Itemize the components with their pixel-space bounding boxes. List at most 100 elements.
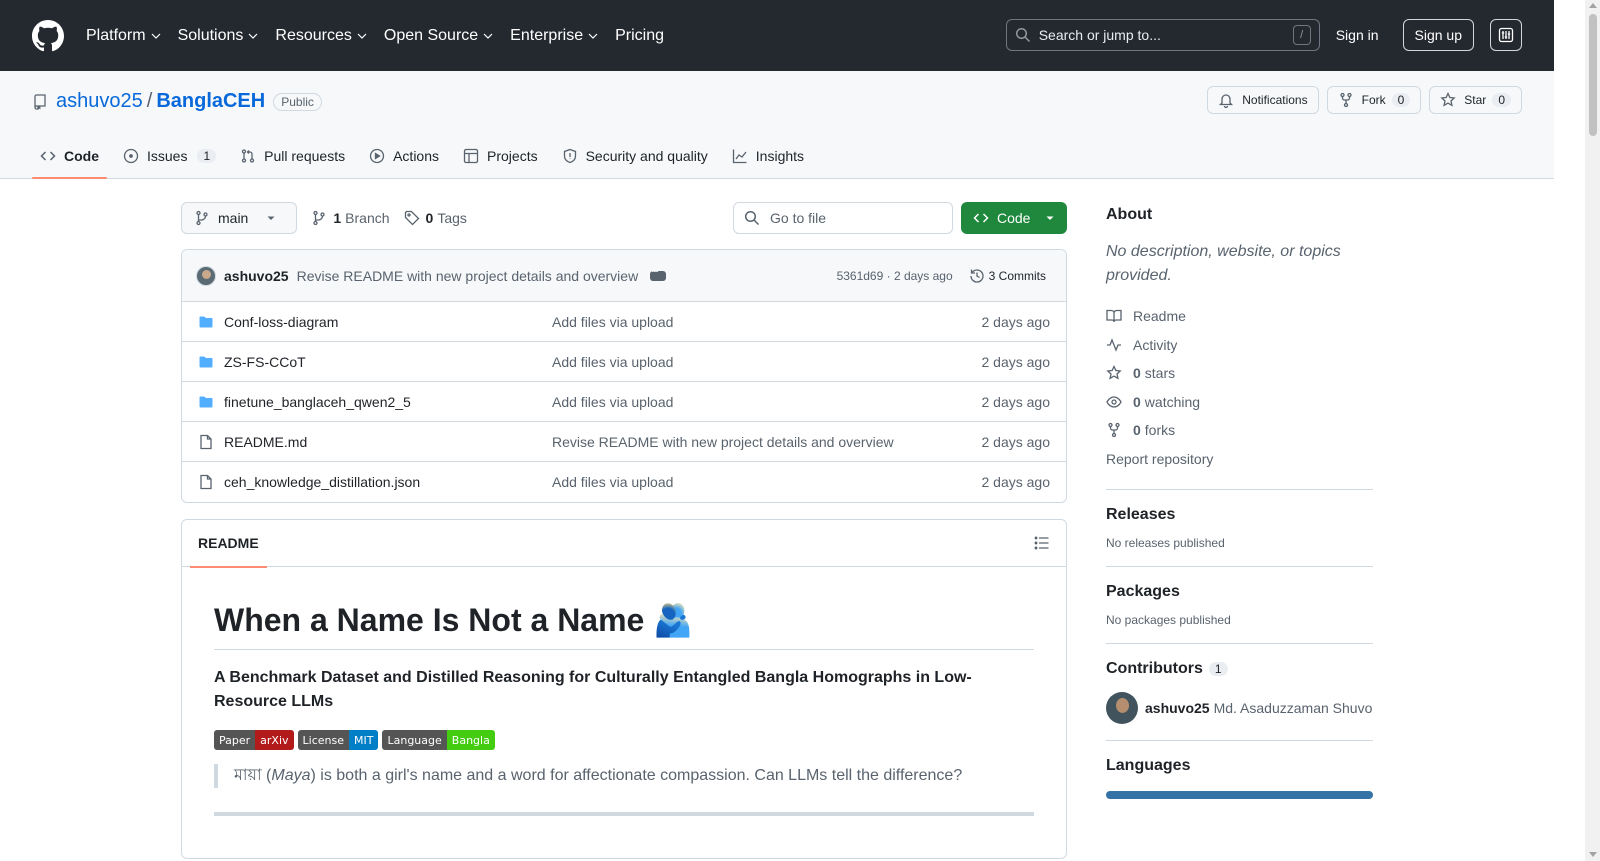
readme-tab[interactable]: README [190, 520, 267, 568]
file-name-link[interactable]: finetune_banglaceh_qwen2_5 [224, 394, 552, 410]
avatar[interactable] [1106, 692, 1138, 724]
nav-open-source[interactable]: Open Source [384, 27, 494, 45]
file-row[interactable]: ZS-FS-CCoT Add files via upload 2 days ago [182, 342, 1066, 382]
file-commit-message[interactable]: Revise README with new project details a… [552, 434, 982, 450]
forks-count: 0 [1133, 422, 1141, 439]
file-date: 2 days ago [981, 353, 1051, 370]
scroll-down-arrow-icon[interactable] [1589, 852, 1597, 857]
go-to-file-placeholder: Go to file [770, 209, 827, 226]
commit-hash-date[interactable]: 5361d69 · 2 days ago [837, 269, 953, 283]
nav-pricing-label: Pricing [615, 26, 664, 44]
nav-enterprise[interactable]: Enterprise [510, 27, 599, 45]
file-commit-message[interactable]: Add files via upload [552, 354, 982, 370]
stars-link[interactable]: 0 stars [1106, 359, 1373, 388]
activity-link[interactable]: Activity [1106, 331, 1373, 360]
readme-panel: README When a Name Is Not a Name 🫂 A Ben… [181, 519, 1067, 859]
search-input[interactable]: Search or jump to... / [1005, 19, 1320, 51]
about-links: Readme Activity 0 stars 0 watching 0 for… [1106, 302, 1373, 473]
issue-icon [123, 148, 139, 164]
watching-count: 0 [1133, 393, 1141, 410]
star-icon [1106, 365, 1122, 380]
bell-icon [1219, 94, 1234, 108]
star-button[interactable]: Star 0 [1429, 86, 1522, 114]
repo-name-link[interactable]: BanglaCEH [156, 90, 265, 113]
contributor-login[interactable]: ashuvo25 [1145, 700, 1210, 716]
branches-link[interactable]: 1 Branch [311, 210, 390, 226]
avatar[interactable] [196, 265, 216, 286]
file-row[interactable]: finetune_banglaceh_qwen2_5 Add files via … [182, 382, 1066, 422]
report-repository-link[interactable]: Report repository [1106, 445, 1373, 474]
readme-link-label: Readme [1133, 308, 1186, 325]
quote-emphasis: Maya [271, 767, 311, 784]
nav-pricing[interactable]: Pricing [615, 27, 664, 45]
shield-badge[interactable]: Language Bangla [382, 730, 495, 750]
file-commit-message[interactable]: Add files via upload [552, 474, 982, 490]
chevron-down-icon [588, 33, 598, 39]
file-name-link[interactable]: Conf-loss-diagram [224, 314, 552, 330]
commits-link[interactable]: 3 Commits [969, 268, 1046, 284]
scroll-up-arrow-icon[interactable] [1589, 3, 1597, 8]
tags-link[interactable]: 0 Tags [404, 210, 467, 226]
tag-label: Tags [437, 209, 467, 226]
nav-enterprise-label: Enterprise [510, 26, 584, 44]
contributors-count: 1 [1208, 662, 1228, 676]
file-icon [200, 474, 212, 490]
watching-link[interactable]: 0 watching [1106, 388, 1373, 417]
contributor-item[interactable]: ashuvo25 Md. Asaduzzaman Shuvo [1106, 692, 1373, 724]
book-icon [1106, 310, 1122, 323]
repo-title: ashuvo25 / BanglaCEH Public [32, 90, 322, 113]
shield-badge[interactable]: License MIT [297, 730, 379, 750]
contributor-name: Md. Asaduzzaman Shuvo [1213, 700, 1373, 716]
go-to-file-input[interactable]: Go to file [733, 201, 953, 234]
nav-platform[interactable]: Platform [86, 27, 162, 45]
table-icon [463, 148, 479, 164]
file-name-link[interactable]: README.md [224, 434, 552, 450]
file-name-link[interactable]: ZS-FS-CCoT [224, 354, 552, 370]
tab-pull-requests[interactable]: Pull requests [232, 134, 353, 178]
code-dropdown-button[interactable]: Code [961, 201, 1067, 234]
repo-owner-link[interactable]: ashuvo25 [56, 90, 143, 113]
tab-insights[interactable]: Insights [724, 134, 812, 178]
signup-button[interactable]: Sign up [1402, 19, 1474, 51]
tab-security[interactable]: Security and quality [554, 134, 716, 178]
file-row[interactable]: ceh_knowledge_distillation.json Add files… [182, 462, 1066, 502]
github-logo-icon[interactable] [32, 19, 64, 52]
readme-link[interactable]: Readme [1106, 302, 1373, 331]
scroll-thumb[interactable] [1589, 14, 1597, 136]
commit-message[interactable]: Revise README with new project details a… [297, 268, 639, 284]
caret-down-icon [267, 216, 275, 220]
commit-author[interactable]: ashuvo25 [224, 268, 289, 284]
tab-issues[interactable]: Issues 1 [115, 134, 224, 178]
file-name-link[interactable]: ceh_knowledge_distillation.json [224, 474, 552, 490]
file-row[interactable]: README.md Revise README with new project … [182, 422, 1066, 462]
menu-button[interactable] [1490, 19, 1522, 51]
branch-selector[interactable]: main [181, 201, 298, 234]
page-scrollbar[interactable] [1585, 0, 1600, 861]
fork-icon [1108, 423, 1120, 438]
star-label: Star [1464, 93, 1487, 107]
forks-link[interactable]: 0 forks [1106, 416, 1373, 445]
graph-icon [732, 149, 747, 164]
nav-resources-label: Resources [275, 26, 352, 44]
fork-button[interactable]: Fork 0 [1326, 86, 1422, 114]
tab-projects[interactable]: Projects [455, 134, 546, 178]
tab-actions[interactable]: Actions [361, 134, 447, 178]
contributors-title[interactable]: Contributors 1 [1106, 660, 1373, 678]
nav-solutions[interactable]: Solutions [178, 27, 260, 45]
file-commit-message[interactable]: Add files via upload [552, 314, 982, 330]
file-commit-message[interactable]: Add files via upload [552, 394, 982, 410]
divider [1106, 489, 1373, 490]
releases-title[interactable]: Releases [1106, 506, 1373, 524]
file-browser: ashuvo25 Revise README with new project … [181, 249, 1067, 503]
fork-icon [1339, 92, 1352, 108]
packages-title[interactable]: Packages [1106, 583, 1373, 601]
shield-badge[interactable]: Paper arXiv [214, 730, 294, 750]
tab-code[interactable]: Code [32, 134, 107, 179]
search-icon [1015, 27, 1030, 43]
list-icon[interactable] [1034, 535, 1050, 551]
signin-link[interactable]: Sign in [1336, 27, 1379, 43]
notifications-button[interactable]: Notifications [1207, 86, 1319, 114]
nav-resources[interactable]: Resources [275, 27, 367, 45]
file-row[interactable]: Conf-loss-diagram Add files via upload 2 d… [182, 302, 1066, 342]
ellipsis-icon[interactable] [650, 266, 667, 281]
